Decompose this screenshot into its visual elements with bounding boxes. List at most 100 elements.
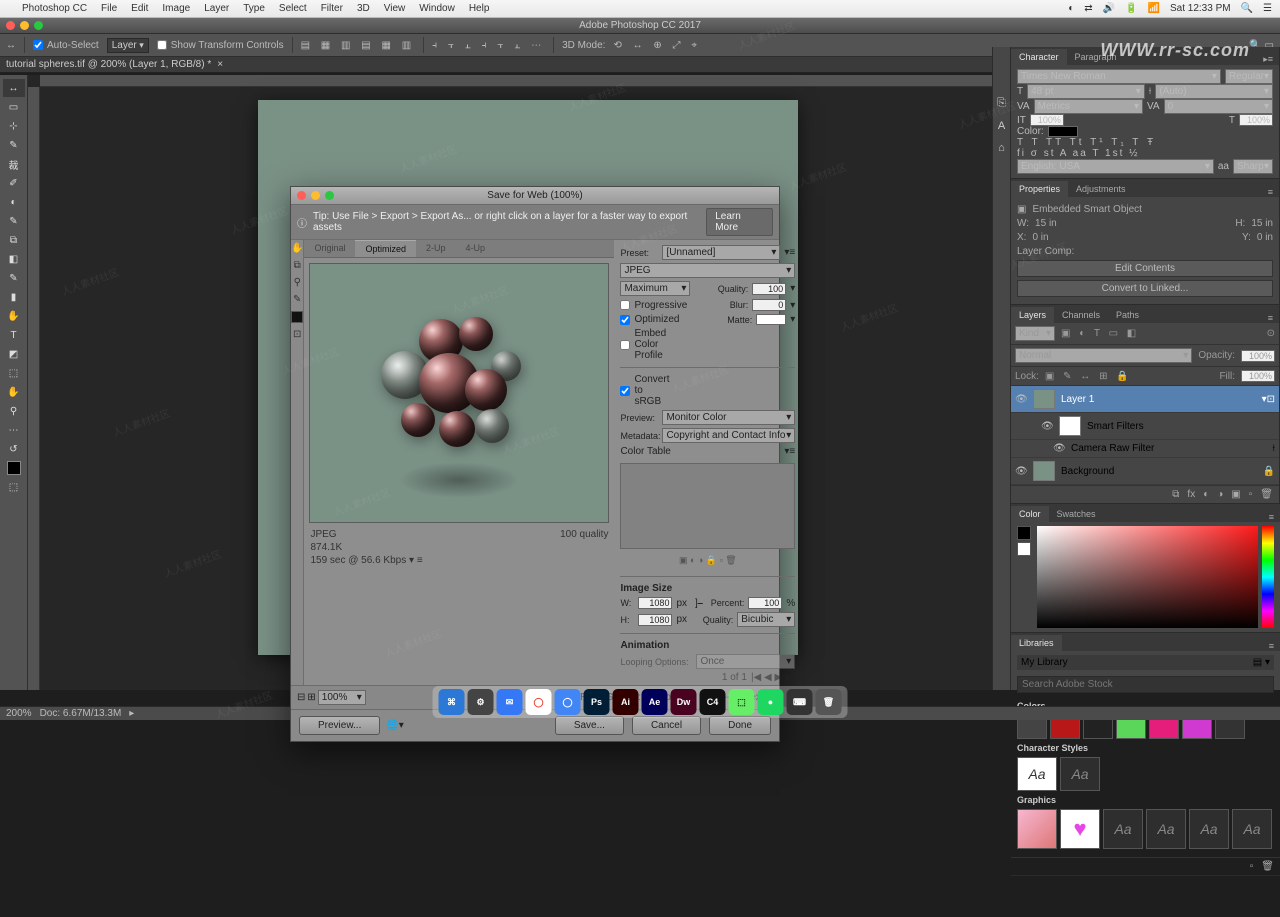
menu-help[interactable]: Help	[469, 3, 490, 14]
panel-menu-icon[interactable]: ≡	[1263, 512, 1280, 522]
status-menu-icon[interactable]: ☰	[1263, 3, 1272, 14]
metadata-select[interactable]: Copyright and Contact Info▾	[662, 428, 795, 443]
panel-menu-icon[interactable]: ▸≡	[1257, 54, 1279, 65]
lib-graphic[interactable]	[1017, 809, 1057, 849]
lib-graphic[interactable]: Aa	[1189, 809, 1229, 849]
color-picker[interactable]	[1011, 522, 1280, 632]
status-volume-icon[interactable]: 🔊	[1103, 3, 1115, 14]
color-table-menu[interactable]: ▾≡	[784, 446, 795, 457]
zoom-out-icon[interactable]: ⊟	[297, 692, 305, 703]
dock-app[interactable]: ⚙	[468, 689, 494, 715]
quality-input[interactable]: 100	[752, 283, 786, 295]
tool-brush[interactable]: ✎	[3, 212, 25, 230]
tab-layers[interactable]: Layers	[1011, 307, 1054, 323]
menu-3d[interactable]: 3D	[357, 3, 370, 14]
srgb-checkbox[interactable]: Convert to sRGB	[620, 374, 658, 407]
dlg-zoom-tool[interactable]: ⚲	[294, 277, 301, 288]
status-display-icon[interactable]: ◐	[1068, 3, 1074, 14]
show-transform-checkbox[interactable]: Show Transform Controls	[157, 40, 284, 51]
layer-row[interactable]: 👁Camera Raw Filter⟊	[1011, 440, 1279, 458]
lib-graphic[interactable]: Aa	[1103, 809, 1143, 849]
menu-filter[interactable]: Filter	[321, 3, 343, 14]
filter-toggle[interactable]: ⊙	[1267, 328, 1275, 339]
window-minimize[interactable]	[20, 21, 29, 30]
tool-marquee[interactable]: ▭	[3, 98, 25, 116]
dlg-slice-tool[interactable]: ⧉	[294, 260, 301, 271]
auto-select-target[interactable]: Layer ▾	[107, 38, 149, 53]
preview-pane[interactable]	[309, 263, 609, 523]
convert-linked-button[interactable]: Convert to Linked...	[1017, 280, 1273, 297]
preset-menu-icon[interactable]: ▾≡	[784, 247, 795, 258]
dock-app[interactable]: 🗑	[816, 689, 842, 715]
save-button[interactable]: Save...	[555, 716, 624, 735]
glyph-panel-icon[interactable]: ⌂	[998, 142, 1005, 154]
tool-more[interactable]: ⋯	[3, 421, 25, 439]
history-panel-icon[interactable]: ⎘	[997, 97, 1006, 110]
type-style-buttons[interactable]: T T TT Tt T¹ T₁ T Ŧ	[1017, 137, 1273, 148]
status-battery-icon[interactable]: 🔋	[1125, 3, 1137, 14]
dlg-color-swatch[interactable]	[291, 311, 303, 323]
align-icons[interactable]: ▤ ▦ ▥ ▤ ▦ ▥	[301, 40, 416, 51]
vscale[interactable]: 100%	[1030, 114, 1064, 126]
tool-lasso[interactable]: ⊹	[3, 117, 25, 135]
font-family[interactable]: Times New Roman▾	[1017, 69, 1221, 84]
embed-profile-checkbox[interactable]: Embed Color Profile	[620, 328, 658, 361]
dialog-zoom[interactable]	[325, 191, 334, 200]
tool-zoom[interactable]: ⚲	[3, 402, 25, 420]
percent-input[interactable]: 100	[748, 597, 782, 609]
link-dimensions-icon[interactable]: ]⎯	[695, 598, 703, 609]
ruler-horizontal[interactable]	[40, 75, 1010, 87]
tool-history-brush[interactable]: ◧	[3, 250, 25, 268]
browser-icon[interactable]: 🌐▾	[386, 720, 403, 731]
tab-properties[interactable]: Properties	[1011, 181, 1068, 197]
tab-swatches[interactable]: Swatches	[1049, 506, 1104, 522]
menu-app[interactable]: Photoshop CC	[22, 3, 87, 14]
height-input[interactable]: 1080	[638, 614, 672, 626]
font-style[interactable]: Regular▾	[1225, 69, 1273, 84]
trash-icon[interactable]: 🗑	[1260, 489, 1273, 500]
tool-wand[interactable]: ✎	[3, 136, 25, 154]
opentype-buttons[interactable]: fi σ st A aa T 1st ½	[1017, 148, 1273, 159]
menu-select[interactable]: Select	[279, 3, 307, 14]
dlg-toggle[interactable]: ⊡	[293, 329, 301, 340]
group-icon[interactable]: ▣	[1231, 489, 1240, 500]
status-clock[interactable]: Sat 12:33 PM	[1170, 3, 1231, 14]
zoom-level[interactable]: 200%	[6, 708, 32, 719]
tool-stamp[interactable]: ⧉	[3, 231, 25, 249]
layer-filter-kind[interactable]: Kind▾	[1015, 326, 1055, 341]
optimized-checkbox[interactable]: Optimized	[620, 314, 658, 325]
dock-app[interactable]: Ae	[642, 689, 668, 715]
panel-menu-icon[interactable]: ≡	[1262, 313, 1279, 323]
dock-app[interactable]: ✉	[497, 689, 523, 715]
dock-app[interactable]: ●	[758, 689, 784, 715]
new-icon[interactable]: ▫	[1249, 489, 1253, 500]
preview-select[interactable]: Monitor Color▾	[662, 410, 795, 425]
filter-icons[interactable]: ▣ ◐ T ▭ ◧	[1061, 328, 1139, 339]
dialog-minimize[interactable]	[311, 191, 320, 200]
menu-image[interactable]: Image	[162, 3, 190, 14]
lib-char-style[interactable]: Aa	[1017, 757, 1057, 791]
tool-pen[interactable]: ◩	[3, 345, 25, 363]
window-close[interactable]	[6, 21, 15, 30]
language[interactable]: English: USA▾	[1017, 159, 1214, 174]
tool-crop[interactable]: 裁	[3, 155, 25, 173]
tab-channels[interactable]: Channels	[1054, 307, 1108, 323]
tab-4up[interactable]: 4-Up	[456, 240, 496, 257]
3d-mode-icons[interactable]: ⟲ ↔ ⊕ ⤢ ⌖	[613, 40, 701, 51]
tool-blur[interactable]: ✋	[3, 307, 25, 325]
menu-layer[interactable]: Layer	[204, 3, 229, 14]
hscale[interactable]: 100%	[1239, 114, 1273, 126]
menu-window[interactable]: Window	[419, 3, 455, 14]
color-table-icons[interactable]: ▣ ◐ ◑ 🔒 ▫ 🗑	[620, 555, 795, 566]
tool-move[interactable]: ↔	[3, 79, 25, 97]
preset-select[interactable]: [Unnamed]▾	[662, 245, 780, 260]
tool-swap[interactable]: ↺	[3, 440, 25, 458]
dock-app[interactable]: ⌘	[439, 689, 465, 715]
tab-adjustments[interactable]: Adjustments	[1068, 181, 1134, 197]
blend-mode[interactable]: Normal▾	[1015, 348, 1192, 363]
antialiasing[interactable]: Sharp▾	[1233, 159, 1273, 174]
dlg-eyedropper[interactable]: ✎	[293, 294, 301, 305]
edit-contents-button[interactable]: Edit Contents	[1017, 260, 1273, 277]
window-maximize[interactable]	[34, 21, 43, 30]
tool-type[interactable]: T	[3, 326, 25, 344]
